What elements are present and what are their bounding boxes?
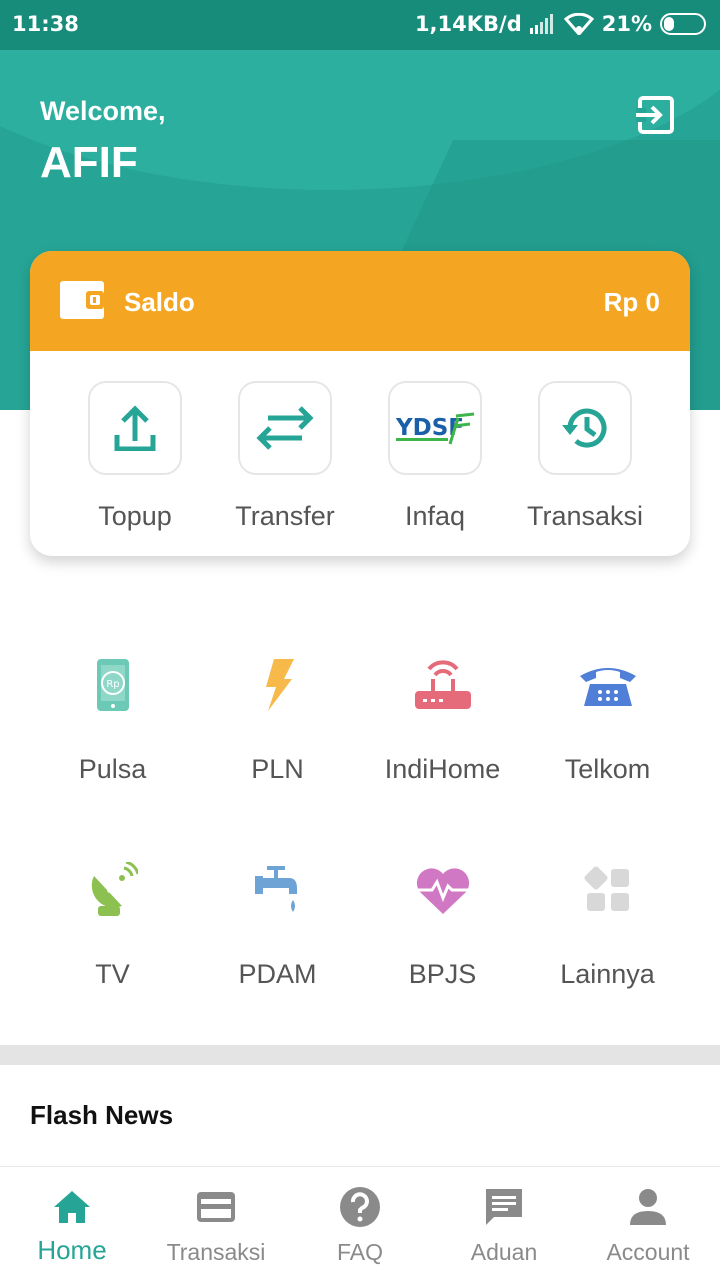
transfer-label: Transfer [235,501,335,531]
service-label: BPJS [408,959,477,989]
wallet-icon [60,281,104,319]
history-tile[interactable] [538,381,632,475]
transfer-arrows-icon [256,406,314,450]
service-label: TV [95,959,130,989]
transfer-button[interactable]: Transfer [210,381,360,532]
nav-label: Transaksi [166,1239,266,1265]
service-indihome[interactable]: IndiHome [360,650,525,785]
history-label: Transaksi [526,501,644,531]
service-pln[interactable]: PLN [195,650,360,785]
service-label: Lainnya [560,959,655,989]
transfer-tile[interactable] [238,381,332,475]
heart-pulse-icon [416,868,469,914]
username: AFIF [40,138,138,187]
service-pulsa[interactable]: Rp Pulsa [30,650,195,785]
water-tap-icon [254,866,297,912]
nav-label: Home [37,1235,107,1265]
service-tv[interactable]: TV [30,855,195,990]
nav-label: Account [606,1239,690,1265]
card-icon [197,1192,235,1222]
topup-label: Topup [98,501,172,531]
person-icon [630,1189,666,1225]
ydsf-logo-icon: YDSF [395,412,475,445]
nav-faq[interactable]: FAQ [288,1167,432,1281]
balance-card: Saldo Rp 0 Topup Transfer YDSF Infaq Tra… [30,251,690,556]
nav-aduan[interactable]: Aduan [432,1167,576,1281]
lightning-icon [265,659,294,711]
history-icon [562,408,607,448]
phone-rp-icon: Rp [96,659,129,711]
service-bpjs[interactable]: BPJS [360,855,525,990]
battery-icon [660,13,706,35]
saldo-value: Rp 0 [603,287,660,317]
network-speed: 1,14KB/d [414,12,522,36]
battery-percent: 21% [601,12,652,36]
service-label: Telkom [564,754,651,784]
question-icon [340,1187,380,1227]
signal-icon [529,14,553,34]
service-label: Pulsa [78,754,147,784]
saldo-label: Saldo [124,287,195,317]
nav-label: Aduan [470,1239,538,1265]
nav-account[interactable]: Account [576,1167,720,1281]
service-label: PDAM [238,959,317,989]
service-lainnya[interactable]: Lainnya [525,855,690,990]
section-divider [0,1045,720,1065]
home-icon [54,1191,90,1223]
service-telkom[interactable]: Telkom [525,650,690,785]
status-bar: 11:38 1,14KB/d 21% [0,0,720,50]
flash-news-title: Flash News [30,1100,174,1130]
logout-icon[interactable] [634,94,678,138]
infaq-tile[interactable]: YDSF [388,381,482,475]
history-button[interactable]: Transaksi [510,381,660,532]
balance-header: Saldo Rp 0 [30,251,690,351]
upload-icon [114,405,156,451]
topup-button[interactable]: Topup [60,381,210,532]
nav-home[interactable]: Home [0,1167,144,1281]
topup-tile[interactable] [88,381,182,475]
infaq-label: Infaq [404,501,466,531]
bottom-nav: Home Transaksi FAQ Aduan Account [0,1166,720,1280]
satellite-dish-icon [91,862,138,916]
nav-label: FAQ [336,1239,383,1265]
more-grid-icon [584,866,629,911]
service-pdam[interactable]: PDAM [195,855,360,990]
infaq-button[interactable]: YDSF Infaq [360,381,510,532]
router-icon [414,660,471,709]
service-label: IndiHome [384,754,501,784]
svg-text:Rp: Rp [106,679,119,690]
chat-icon [486,1189,522,1225]
welcome-text: Welcome, [40,96,166,126]
service-label: PLN [251,754,304,784]
wifi-icon [563,13,594,35]
nav-transaksi[interactable]: Transaksi [144,1167,288,1281]
status-time: 11:38 [12,12,79,36]
status-right: 1,14KB/d 21% [415,12,706,36]
telephone-icon [579,668,636,706]
